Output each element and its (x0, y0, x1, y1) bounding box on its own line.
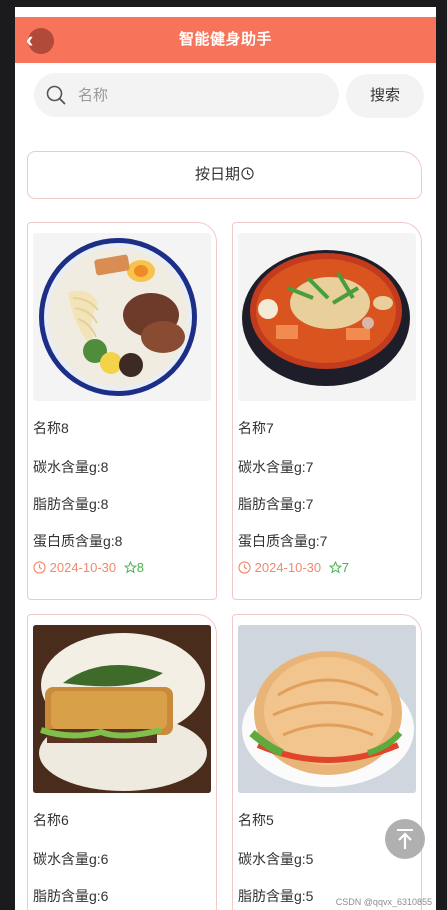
food-name: 名称7 (238, 420, 274, 436)
clock-icon (33, 561, 46, 574)
publish-date: 2024-10-30 (254, 560, 322, 575)
fat-value: 脂肪含量g:7 (238, 496, 314, 512)
food-name: 名称8 (33, 420, 69, 436)
favorite-count: 7 (341, 560, 349, 575)
food-image (33, 625, 211, 793)
search-button[interactable]: 搜索 (346, 74, 424, 118)
food-name: 名称6 (33, 812, 69, 828)
protein-value: 蛋白质含量g:7 (238, 533, 328, 549)
clock-icon (241, 166, 254, 180)
card-meta: 2024-10-30 8 (33, 560, 144, 575)
page-title: 智能健身助手 (178, 31, 272, 48)
carbs-value: 碳水含量g:6 (33, 851, 109, 867)
publish-date: 2024-10-30 (49, 560, 117, 575)
fat-value: 脂肪含量g:6 (33, 888, 109, 904)
food-name: 名称5 (238, 812, 274, 828)
favorite-count: 8 (136, 560, 144, 575)
scroll-to-top-button[interactable] (385, 819, 425, 859)
food-image (238, 233, 416, 401)
app-screen: ‹ 智能健身助手 搜索 按日期 (15, 7, 436, 910)
app-header: ‹ 智能健身助手 (15, 17, 436, 63)
search-icon (46, 85, 66, 105)
star-outline-icon (123, 560, 137, 574)
watermark: CSDN @qqvx_6310855 (335, 897, 432, 907)
sort-label: 按日期 (194, 166, 240, 183)
carbs-value: 碳水含量g:7 (238, 459, 314, 475)
food-card[interactable]: 名称8 碳水含量g:8 脂肪含量g:8 蛋白质含量g:8 2024-10-30 … (27, 222, 217, 600)
carbs-value: 碳水含量g:5 (238, 851, 314, 867)
fat-value: 脂肪含量g:8 (33, 496, 109, 512)
food-image (238, 625, 416, 793)
protein-value: 蛋白质含量g:8 (33, 533, 123, 549)
food-card[interactable]: 名称6 碳水含量g:6 脂肪含量g:6 (27, 614, 217, 910)
sort-by-date-button[interactable]: 按日期 (27, 151, 422, 199)
arrow-up-icon (397, 829, 413, 849)
card-meta: 2024-10-30 7 (238, 560, 349, 575)
clock-icon (238, 561, 251, 574)
search-input[interactable] (78, 73, 328, 117)
fat-value: 脂肪含量g:5 (238, 888, 314, 904)
food-card[interactable]: 名称5 碳水含量g:5 脂肪含量g:5 (232, 614, 422, 910)
star-outline-icon (328, 560, 342, 574)
search-bar (34, 73, 339, 117)
food-image (33, 233, 211, 401)
food-card[interactable]: 名称7 碳水含量g:7 脂肪含量g:7 蛋白质含量g:7 2024-10-30 … (232, 222, 422, 600)
carbs-value: 碳水含量g:8 (33, 459, 109, 475)
